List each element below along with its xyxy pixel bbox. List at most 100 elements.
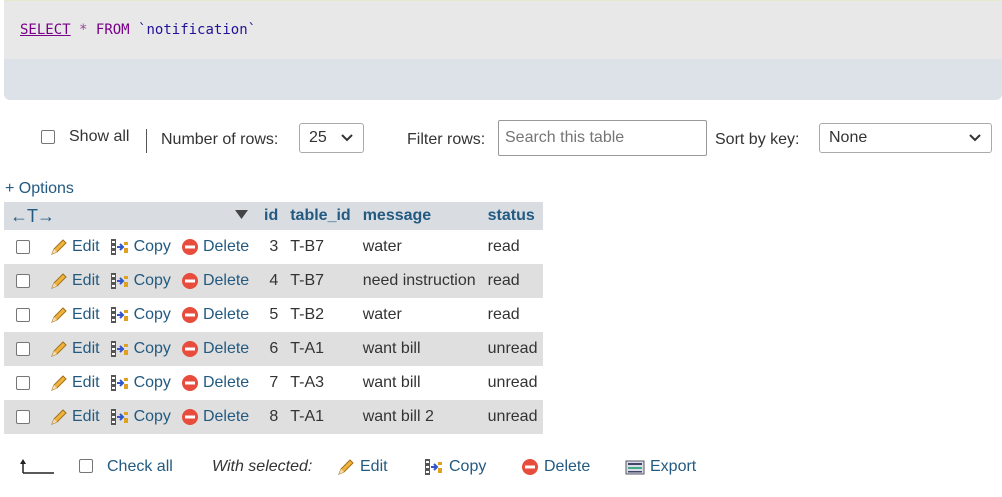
column-arrows-icon[interactable]: ←T→ xyxy=(10,206,55,226)
with-selected-label: With selected: xyxy=(212,458,313,475)
cell-table_id[interactable]: T-B2 xyxy=(284,298,357,332)
cell-id[interactable]: 4 xyxy=(258,264,285,298)
row-copy-link[interactable]: Copy xyxy=(110,374,171,392)
row-edit-label: Edit xyxy=(72,373,100,391)
row-copy-link[interactable]: Copy xyxy=(110,408,171,426)
table-row[interactable]: Edit Copy Delete 6 T-A1 want bill unread xyxy=(4,332,544,366)
row-delete-link[interactable]: Delete xyxy=(181,408,249,426)
column-resize-header[interactable]: ←T→ xyxy=(4,202,258,230)
pencil-icon xyxy=(51,409,67,425)
row-delete-link[interactable]: Delete xyxy=(181,306,249,324)
cell-status[interactable]: read xyxy=(481,264,544,298)
row-edit-link[interactable]: Edit xyxy=(50,374,100,392)
row-delete-label: Delete xyxy=(202,305,250,323)
sql-keyword-select[interactable]: SELECT xyxy=(20,22,71,38)
table-row[interactable]: Edit Copy Delete 5 T-B2 water read xyxy=(4,298,544,332)
delete-icon xyxy=(181,374,198,391)
cell-status[interactable]: unread xyxy=(481,332,544,366)
cell-message[interactable]: water xyxy=(356,230,482,264)
bulk-export-button[interactable]: Export xyxy=(625,458,696,476)
cell-table_id[interactable]: T-A1 xyxy=(284,332,357,366)
results-table: ←T→ id table_id message status Edit Copy D… xyxy=(4,202,544,434)
row-actions: Edit Copy Delete xyxy=(4,332,258,366)
row-delete-link[interactable]: Delete xyxy=(181,374,249,392)
table-row[interactable]: Edit Copy Delete 8 T-A1 want bill 2 unread xyxy=(4,400,544,434)
row-delete-label: Delete xyxy=(202,373,250,391)
row-checkbox[interactable] xyxy=(16,341,30,356)
row-edit-link[interactable]: Edit xyxy=(50,272,100,290)
cell-table_id[interactable]: T-A1 xyxy=(284,400,357,434)
export-icon xyxy=(625,460,645,475)
row-actions: Edit Copy Delete xyxy=(4,298,258,332)
cell-id[interactable]: 6 xyxy=(258,332,285,366)
table-row[interactable]: Edit Copy Delete 4 T-B7 need instruction read xyxy=(4,264,544,298)
row-copy-link[interactable]: Copy xyxy=(110,272,171,290)
row-delete-link[interactable]: Delete xyxy=(181,340,249,358)
cell-status[interactable]: read xyxy=(481,298,544,332)
cell-id[interactable]: 8 xyxy=(258,400,285,434)
cell-table_id[interactable]: T-B7 xyxy=(284,230,357,264)
delete-icon xyxy=(181,408,198,425)
bulk-delete-button[interactable]: Delete xyxy=(521,458,590,476)
row-copy-label: Copy xyxy=(133,271,171,289)
sql-table-name: `notification` xyxy=(138,22,257,38)
row-edit-label: Edit xyxy=(72,407,100,425)
copy-icon xyxy=(110,408,128,425)
row-copy-label: Copy xyxy=(133,237,171,255)
row-checkbox[interactable] xyxy=(16,239,30,254)
row-delete-link[interactable]: Delete xyxy=(181,238,249,256)
cell-message[interactable]: need instruction xyxy=(356,264,482,298)
cell-message[interactable]: want bill 2 xyxy=(356,400,482,434)
cell-message[interactable]: water xyxy=(356,298,482,332)
row-checkbox[interactable] xyxy=(16,307,30,322)
pencil-icon xyxy=(51,307,67,323)
cell-status[interactable]: unread xyxy=(481,400,544,434)
cell-table_id[interactable]: T-B7 xyxy=(284,264,357,298)
row-copy-link[interactable]: Copy xyxy=(110,340,171,358)
row-edit-link[interactable]: Edit xyxy=(50,306,100,324)
rows-per-page-select[interactable]: 25 xyxy=(299,123,364,153)
show-all-label[interactable]: Show all xyxy=(69,128,129,146)
cell-table_id[interactable]: T-A3 xyxy=(284,366,357,400)
row-edit-link[interactable]: Edit xyxy=(50,238,100,256)
row-copy-link[interactable]: Copy xyxy=(110,238,171,256)
cell-id[interactable]: 5 xyxy=(258,298,285,332)
options-link[interactable]: + Options xyxy=(5,180,74,198)
filter-search-input[interactable] xyxy=(498,120,707,156)
cell-status[interactable]: unread xyxy=(481,366,544,400)
row-copy-link[interactable]: Copy xyxy=(110,306,171,324)
sort-by-key-select[interactable]: None xyxy=(819,123,992,153)
cell-id[interactable]: 7 xyxy=(258,366,285,400)
row-copy-label: Copy xyxy=(133,339,171,357)
row-delete-link[interactable]: Delete xyxy=(181,272,249,290)
row-edit-label: Edit xyxy=(72,237,100,255)
cell-message[interactable]: want bill xyxy=(356,332,482,366)
row-checkbox[interactable] xyxy=(16,273,30,288)
bulk-edit-label: Edit xyxy=(360,458,388,475)
bulk-copy-button[interactable]: Copy xyxy=(424,458,486,476)
cell-message[interactable]: want bill xyxy=(356,366,482,400)
copy-icon xyxy=(110,238,128,255)
show-all-checkbox[interactable] xyxy=(41,130,55,144)
cell-status[interactable]: read xyxy=(481,230,544,264)
column-header-table_id[interactable]: table_id xyxy=(284,202,357,230)
arrow-up-left-icon xyxy=(20,459,54,474)
column-header-id[interactable]: id xyxy=(258,202,285,230)
column-header-message[interactable]: message xyxy=(356,202,482,230)
row-delete-label: Delete xyxy=(202,407,250,425)
row-edit-link[interactable]: Edit xyxy=(50,340,100,358)
bulk-actions-bar: Check all With selected: Edit Copy Delet… xyxy=(0,452,1002,482)
cell-id[interactable]: 3 xyxy=(258,230,285,264)
table-row[interactable]: Edit Copy Delete 3 T-B7 water read xyxy=(4,230,544,264)
row-edit-link[interactable]: Edit xyxy=(50,408,100,426)
row-checkbox[interactable] xyxy=(16,409,30,424)
sort-triangle-icon[interactable] xyxy=(235,209,248,219)
check-all-label[interactable]: Check all xyxy=(107,458,173,476)
bulk-edit-button[interactable]: Edit xyxy=(337,458,388,476)
chevron-down-icon xyxy=(341,134,353,142)
row-actions: Edit Copy Delete xyxy=(4,400,258,434)
check-all-checkbox[interactable] xyxy=(79,459,93,473)
row-checkbox[interactable] xyxy=(16,375,30,390)
column-header-status[interactable]: status xyxy=(481,202,544,230)
table-row[interactable]: Edit Copy Delete 7 T-A3 want bill unread xyxy=(4,366,544,400)
